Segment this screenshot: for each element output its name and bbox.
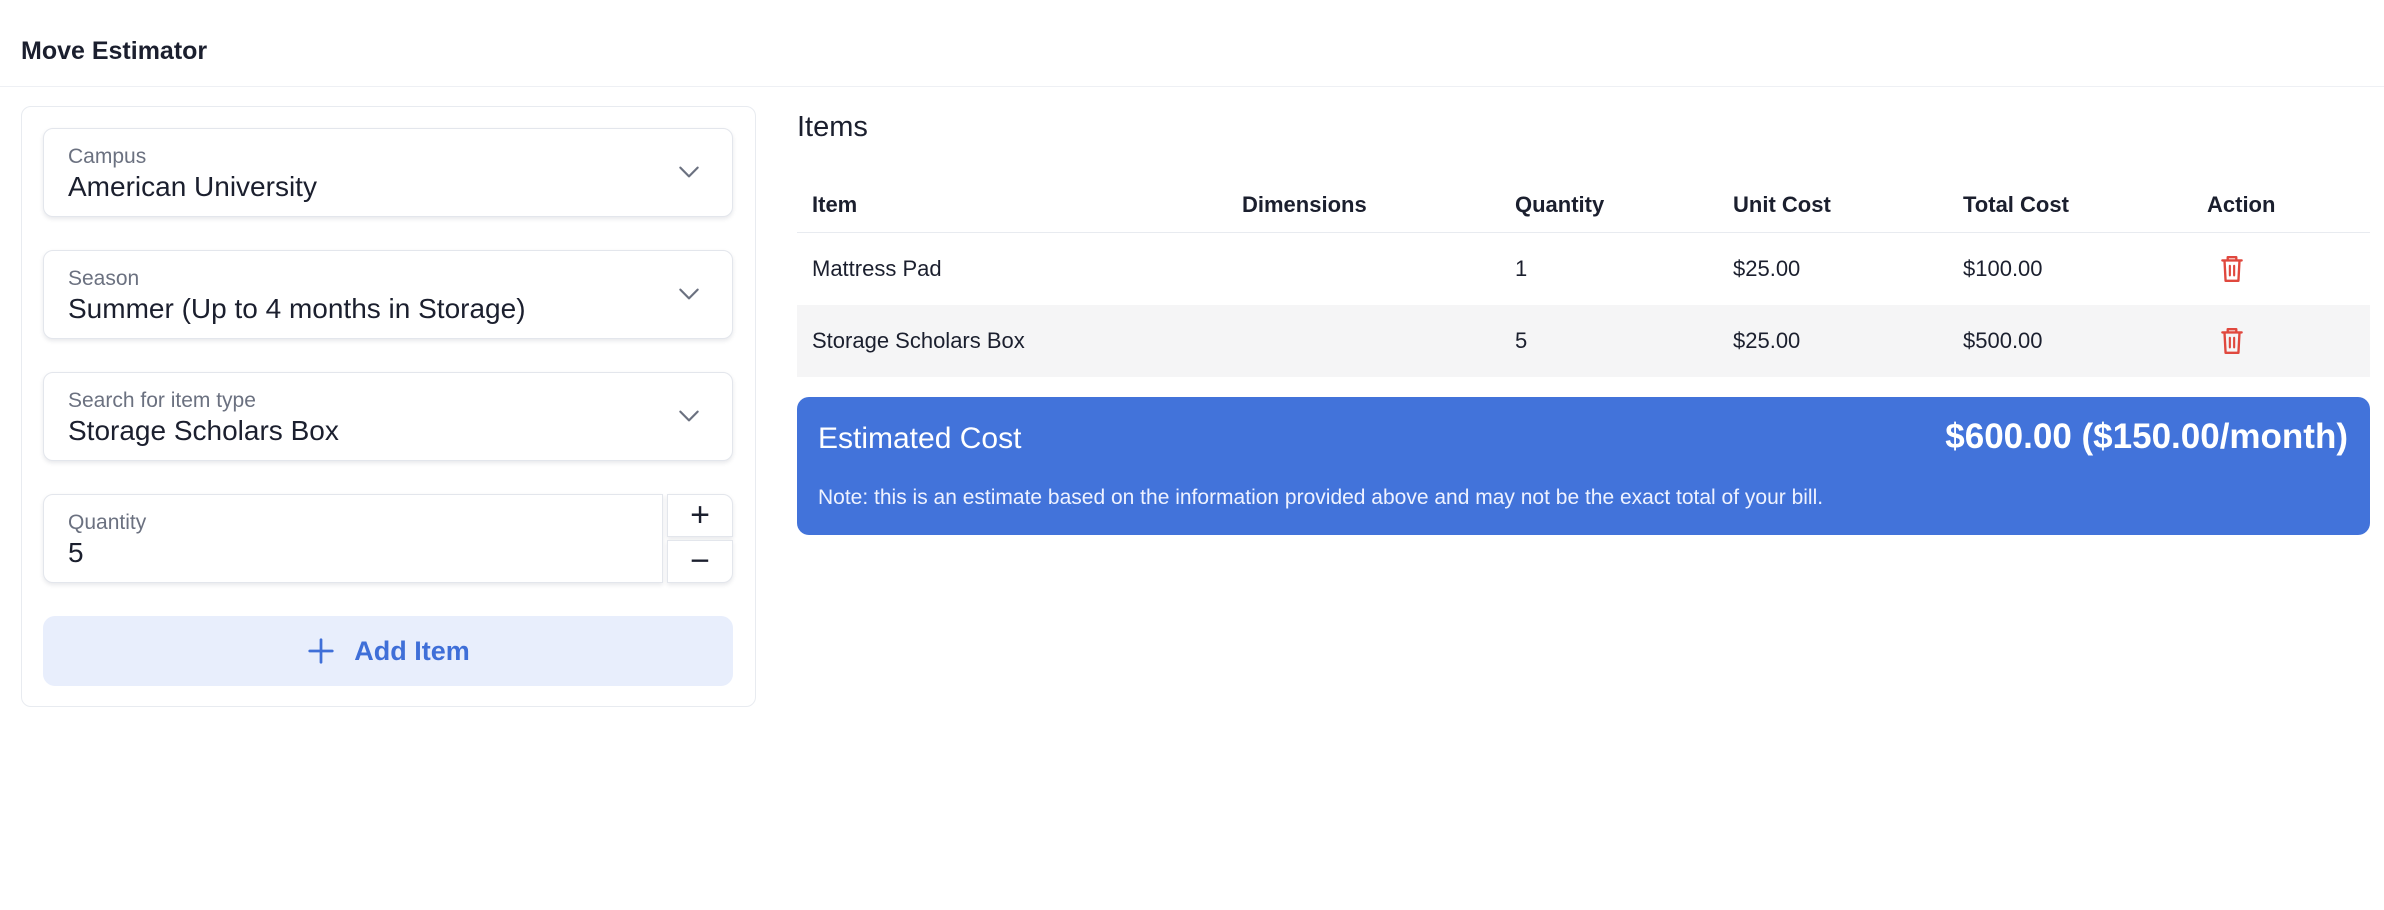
trash-icon[interactable] [2219, 326, 2245, 356]
total-cost-cell: $500.00 [1963, 328, 2043, 353]
estimate-note: Note: this is an estimate based on the i… [818, 486, 1824, 509]
table-row: Storage Scholars Box 5 $25.00 $500.00 [797, 305, 2370, 377]
season-select[interactable]: Season Summer (Up to 4 months in Storage… [43, 250, 733, 339]
quantity-cell: 5 [1515, 328, 1528, 353]
estimated-cost-label: Estimated Cost [818, 422, 1022, 455]
season-value: Summer (Up to 4 months in Storage) [68, 293, 526, 324]
table-row: Mattress Pad 1 $25.00 $100.00 [797, 233, 2370, 305]
column-header-quantity: Quantity [1515, 192, 1605, 217]
column-header-dimensions: Dimensions [1242, 192, 1367, 217]
trash-icon[interactable] [2219, 254, 2245, 284]
item-type-label: Search for item type [68, 389, 256, 412]
item-name-cell: Storage Scholars Box [812, 328, 1025, 353]
add-item-label: Add Item [354, 635, 470, 666]
season-label: Season [68, 267, 140, 290]
app-title: Move Estimator [21, 37, 208, 65]
estimated-cost-total: $600.00 ($150.00/month) [1945, 417, 2348, 456]
quantity-increment-button[interactable]: + [667, 494, 733, 537]
total-cost-cell: $100.00 [1963, 256, 2043, 281]
chevron-down-icon[interactable] [676, 403, 702, 429]
campus-value: American University [68, 171, 317, 202]
column-header-action: Action [2207, 192, 2276, 217]
unit-cost-cell: $25.00 [1733, 256, 1801, 281]
campus-label: Campus [68, 145, 147, 168]
chevron-down-icon[interactable] [676, 159, 702, 185]
unit-cost-cell: $25.00 [1733, 328, 1801, 353]
items-heading: Items [797, 111, 868, 143]
quantity-decrement-button[interactable]: − [667, 540, 733, 583]
add-item-button[interactable]: Add Item [43, 616, 733, 686]
quantity-label: Quantity [68, 511, 147, 534]
column-header-item: Item [812, 192, 858, 217]
quantity-input[interactable]: Quantity 5 [43, 494, 663, 583]
item-type-search[interactable]: Search for item type Storage Scholars Bo… [43, 372, 733, 461]
quantity-cell: 1 [1515, 256, 1528, 281]
table-header-row: Item Dimensions Quantity Unit Cost Total… [797, 178, 2370, 233]
campus-select[interactable]: Campus American University [43, 128, 733, 217]
plus-icon [308, 638, 334, 664]
column-header-unit-cost: Unit Cost [1733, 192, 1831, 217]
estimator-form-panel: Campus American University Season Summer… [21, 106, 756, 707]
header-divider [0, 86, 2384, 87]
column-header-total-cost: Total Cost [1963, 192, 2069, 217]
item-name-cell: Mattress Pad [812, 256, 942, 281]
estimated-cost-card: Estimated Cost $600.00 ($150.00/month) N… [797, 397, 2370, 535]
item-type-value[interactable]: Storage Scholars Box [68, 415, 339, 447]
quantity-value[interactable]: 5 [68, 537, 84, 569]
chevron-down-icon[interactable] [676, 281, 702, 307]
